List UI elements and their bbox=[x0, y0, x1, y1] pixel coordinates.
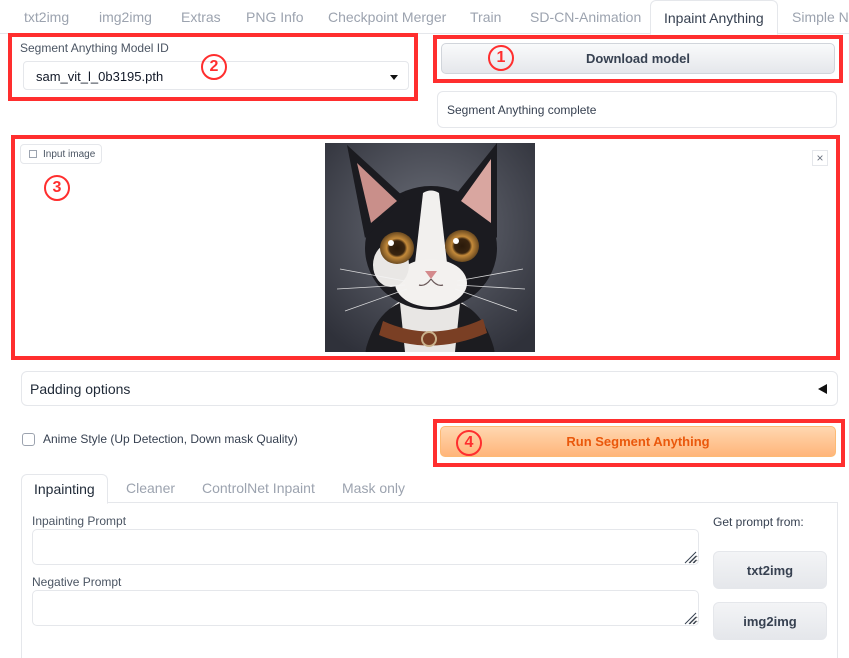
model-id-selected: sam_vit_l_0b3195.pth bbox=[36, 69, 164, 84]
negative-prompt-input[interactable] bbox=[32, 590, 699, 626]
anime-style-checkbox[interactable] bbox=[22, 433, 35, 446]
negative-prompt-label: Negative Prompt bbox=[32, 575, 122, 589]
tab-simple-no[interactable]: Simple No bbox=[792, 0, 849, 34]
anime-style-label[interactable]: Anime Style (Up Detection, Down mask Qua… bbox=[43, 432, 298, 446]
tab-sd-cn-animation[interactable]: SD-CN-Animation bbox=[530, 0, 641, 34]
inpaint-subtab-bar: Inpainting Cleaner ControlNet Inpaint Ma… bbox=[21, 474, 838, 504]
annotation-number-3: 3 bbox=[44, 175, 70, 201]
model-id-label: Segment Anything Model ID bbox=[20, 41, 169, 55]
annotation-number-4: 4 bbox=[456, 430, 482, 456]
tab-checkpoint-merger[interactable]: Checkpoint Merger bbox=[328, 0, 446, 34]
subtab-inpainting[interactable]: Inpainting bbox=[21, 474, 108, 504]
close-icon[interactable]: × bbox=[812, 150, 828, 166]
resize-handle-icon[interactable] bbox=[683, 611, 697, 625]
padding-options-accordion[interactable]: Padding options bbox=[21, 371, 838, 406]
tab-inpaint-anything[interactable]: Inpaint Anything bbox=[650, 0, 778, 35]
image-icon bbox=[29, 150, 37, 158]
annotation-number-1: 1 bbox=[488, 45, 514, 71]
input-image-label: Input image bbox=[20, 144, 103, 164]
tab-txt2img[interactable]: txt2img bbox=[24, 0, 69, 34]
tab-train[interactable]: Train bbox=[470, 0, 501, 34]
get-prompt-img2img-button[interactable]: img2img bbox=[713, 602, 827, 640]
get-prompt-txt2img-button[interactable]: txt2img bbox=[713, 551, 827, 589]
inpainting-prompt-input[interactable] bbox=[32, 529, 699, 565]
inpainting-prompt-label: Inpainting Prompt bbox=[32, 514, 127, 528]
tab-png-info[interactable]: PNG Info bbox=[246, 0, 304, 34]
subtab-controlnet-inpaint[interactable]: ControlNet Inpaint bbox=[202, 474, 315, 503]
get-prompt-from-label: Get prompt from: bbox=[713, 515, 804, 529]
annotation-number-2: 2 bbox=[201, 54, 227, 80]
status-output: Segment Anything complete bbox=[437, 91, 837, 128]
subtab-cleaner[interactable]: Cleaner bbox=[126, 474, 175, 503]
main-tab-bar: txt2img img2img Extras PNG Info Checkpoi… bbox=[0, 0, 849, 35]
padding-options-label: Padding options bbox=[30, 381, 131, 397]
caret-left-icon bbox=[818, 384, 827, 394]
chevron-down-icon bbox=[390, 75, 398, 80]
tab-img2img[interactable]: img2img bbox=[99, 0, 152, 34]
tab-extras[interactable]: Extras bbox=[181, 0, 221, 34]
subtab-mask-only[interactable]: Mask only bbox=[342, 474, 405, 503]
resize-handle-icon[interactable] bbox=[683, 550, 697, 564]
cat-image bbox=[325, 143, 535, 352]
run-segment-anything-button[interactable]: Run Segment Anything bbox=[440, 426, 836, 457]
